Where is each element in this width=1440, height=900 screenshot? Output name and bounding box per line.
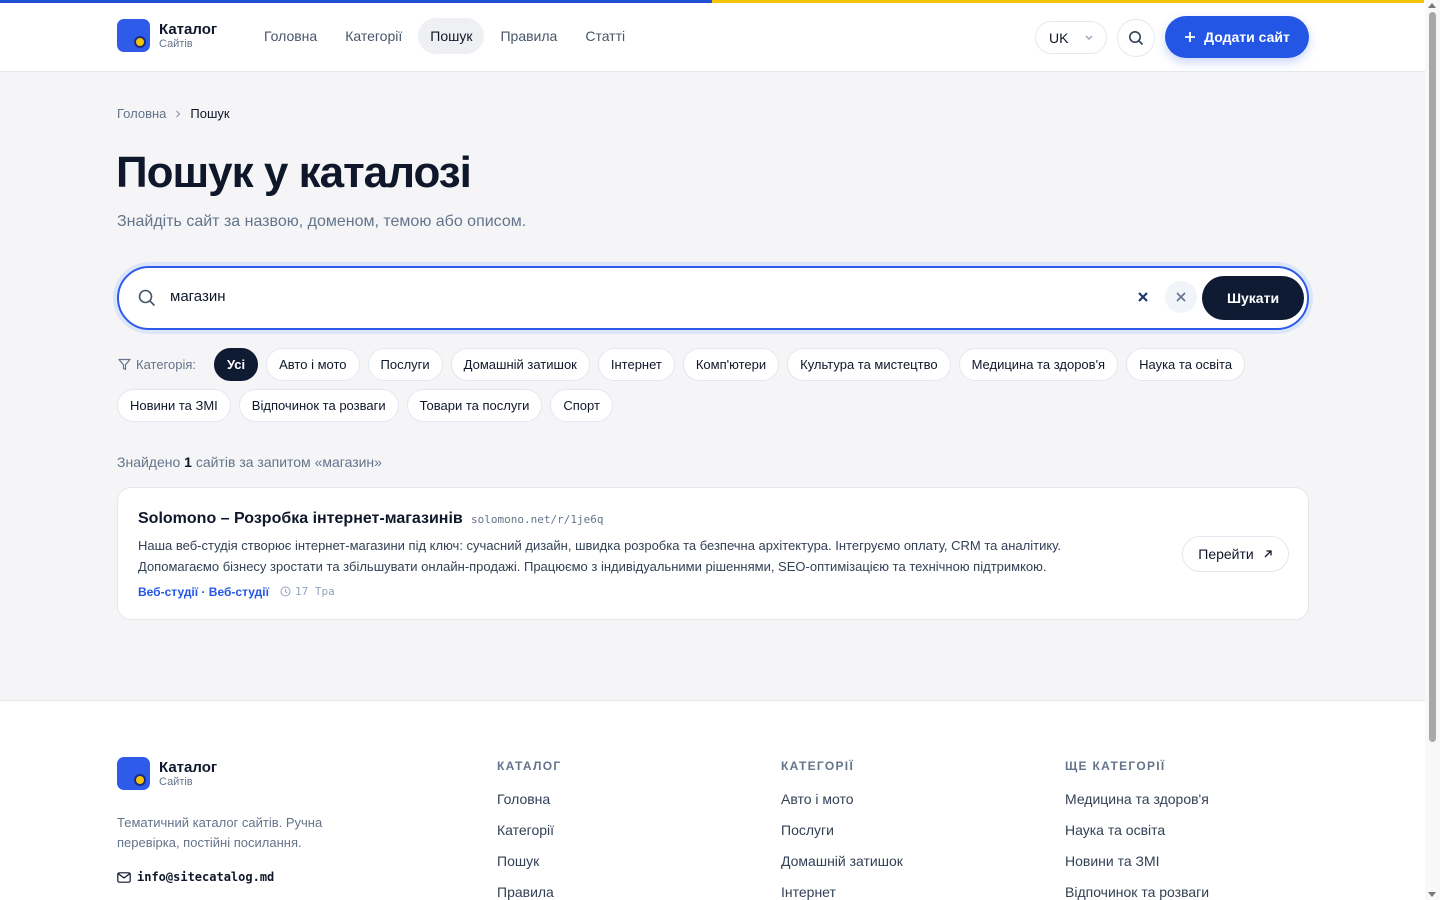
- header-search-button[interactable]: [1117, 19, 1155, 57]
- result-tags[interactable]: Веб-студії · Веб-студії: [138, 585, 269, 599]
- search-form: магазин Шукати: [117, 266, 1309, 330]
- footer-link[interactable]: Пошук: [497, 853, 561, 884]
- search-submit-button[interactable]: Шукати: [1202, 276, 1304, 320]
- logo-icon: [117, 19, 150, 52]
- footer-email[interactable]: info@sitecatalog.md: [117, 870, 274, 884]
- footer-link[interactable]: Наука та освіта: [1065, 822, 1209, 853]
- search-input[interactable]: магазин: [170, 288, 226, 305]
- footer-column-categories: КАТЕГОРІЇ Авто і мото Послуги Домашній з…: [781, 759, 903, 900]
- scrollbar-thumb[interactable]: [1429, 12, 1436, 742]
- category-chip[interactable]: Домашній затишок: [450, 348, 590, 381]
- clock-icon: [280, 586, 291, 597]
- logo-icon: [117, 757, 150, 790]
- footer-link[interactable]: Новини та ЗМІ: [1065, 853, 1209, 884]
- results-count: 1: [184, 454, 192, 470]
- category-chip[interactable]: Відпочинок та розваги: [238, 389, 399, 422]
- page-scrollbar[interactable]: [1425, 0, 1440, 900]
- breadcrumb-current: Пошук: [190, 106, 230, 121]
- footer-link[interactable]: Інтернет: [781, 884, 903, 900]
- search-icon: [1129, 31, 1144, 46]
- footer-link[interactable]: Домашній затишок: [781, 853, 903, 884]
- category-chip[interactable]: Спорт: [550, 389, 613, 422]
- nav-home[interactable]: Головна: [252, 18, 329, 54]
- footer-link[interactable]: Відпочинок та розваги: [1065, 884, 1209, 900]
- visit-site-button[interactable]: Перейти: [1182, 536, 1289, 572]
- nav-articles[interactable]: Статті: [573, 18, 637, 54]
- category-chip[interactable]: Наука та освіта: [1126, 348, 1246, 381]
- nav-rules[interactable]: Правила: [488, 18, 569, 54]
- chevron-right-icon: [176, 110, 181, 117]
- category-filter-label: Категорія:: [118, 357, 196, 372]
- footer-link[interactable]: Головна: [497, 791, 561, 822]
- category-chip[interactable]: Інтернет: [597, 348, 675, 381]
- footer-description: Тематичний каталог сайтів. Ручна перевір…: [117, 815, 323, 850]
- category-chip[interactable]: Новини та ЗМІ: [117, 389, 231, 422]
- close-icon: [1176, 292, 1186, 302]
- footer-logo[interactable]: Каталог Сайтів: [117, 757, 217, 790]
- footer-link[interactable]: Категорії: [497, 822, 561, 853]
- main-nav: Головна Категорії Пошук Правила Статті: [252, 18, 637, 54]
- result-card: Solomono – Розробка інтернет-магазинів s…: [117, 487, 1309, 620]
- site-footer: Каталог Сайтів Тематичний каталог сайтів…: [0, 700, 1425, 900]
- result-url: solomono.net/r/1je6q: [471, 513, 604, 526]
- footer-column-catalog: КАТАЛОГ Головна Категорії Пошук Правила: [497, 759, 561, 900]
- category-chip[interactable]: Товари та послуги: [406, 389, 543, 422]
- logo-title: Каталог: [159, 20, 218, 38]
- mail-icon: [117, 871, 131, 883]
- plus-icon: [1185, 32, 1196, 42]
- site-header: Каталог Сайтів Головна Категорії Пошук П…: [0, 3, 1425, 72]
- external-arrow-icon: [1264, 550, 1272, 558]
- language-select[interactable]: UK: [1035, 21, 1107, 54]
- nav-categories[interactable]: Категорії: [333, 18, 414, 54]
- page-subtitle: Знайдіть сайт за назвою, доменом, темою …: [117, 213, 527, 230]
- category-chip[interactable]: Авто і мото: [266, 348, 360, 381]
- category-chips-row-2: Новини та ЗМІ Відпочинок та розваги Това…: [117, 389, 613, 422]
- scroll-up-arrow[interactable]: [1428, 3, 1436, 8]
- add-site-label: Додати сайт: [1204, 29, 1290, 45]
- logo-subtitle: Сайтів: [159, 37, 193, 50]
- category-chip[interactable]: Медицина та здоров'я: [958, 348, 1119, 381]
- result-description: Наша веб-студія створює інтернет-магазин…: [138, 538, 1061, 574]
- clear-input-icon[interactable]: [1136, 290, 1150, 304]
- chevron-down-icon: [1085, 35, 1093, 40]
- visit-site-label: Перейти: [1198, 546, 1254, 562]
- footer-column-title: КАТЕГОРІЇ: [781, 759, 855, 773]
- footer-column-more-categories: ЩЕ КАТЕГОРІЇ Медицина та здоров'я Наука …: [1065, 759, 1209, 900]
- result-title[interactable]: Solomono – Розробка інтернет-магазинів: [138, 510, 463, 528]
- footer-logo-subtitle: Сайтів: [159, 775, 193, 788]
- footer-link[interactable]: Послуги: [781, 822, 903, 853]
- footer-column-title: КАТАЛОГ: [497, 759, 562, 773]
- language-value: UK: [1049, 29, 1069, 46]
- breadcrumb-home[interactable]: Головна: [117, 106, 166, 121]
- footer-logo-title: Каталог: [159, 758, 218, 776]
- category-chip[interactable]: Культура та мистецтво: [787, 348, 951, 381]
- footer-link[interactable]: Правила: [497, 884, 561, 900]
- scroll-down-arrow[interactable]: [1428, 892, 1436, 897]
- footer-link[interactable]: Медицина та здоров'я: [1065, 791, 1209, 822]
- nav-search[interactable]: Пошук: [418, 18, 485, 54]
- category-chip[interactable]: Послуги: [367, 348, 443, 381]
- category-chip[interactable]: Комп'ютери: [682, 348, 780, 381]
- category-chip-all[interactable]: Усі: [214, 348, 259, 381]
- add-site-button[interactable]: Додати сайт: [1165, 16, 1309, 58]
- breadcrumb: Головна Пошук: [117, 106, 230, 121]
- reset-search-button[interactable]: [1165, 281, 1197, 313]
- category-chips-row-1: Усі Авто і мото Послуги Домашній затишок…: [214, 348, 1246, 381]
- search-icon: [138, 289, 156, 307]
- result-date: 17 Тра: [280, 585, 335, 598]
- footer-link[interactable]: Авто і мото: [781, 791, 903, 822]
- logo[interactable]: Каталог Сайтів: [117, 19, 217, 52]
- results-summary: Знайдено 1 сайтів за запитом «магазин»: [117, 454, 382, 470]
- page-title: Пошук у каталозі: [116, 148, 472, 197]
- filter-icon: [118, 358, 131, 371]
- footer-column-title: ЩЕ КАТЕГОРІЇ: [1065, 759, 1166, 773]
